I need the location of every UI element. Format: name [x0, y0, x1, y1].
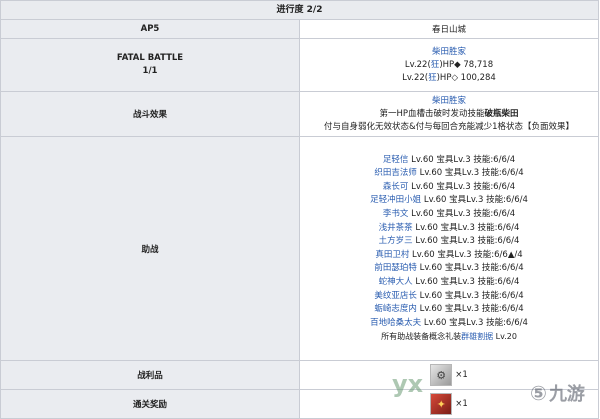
fatal-battle-enemy: 柴田胜家 Lv.22(狂)HP◆ 78,718 Lv.22(狂)HP◇ 100,… [299, 38, 599, 92]
fatal-battle-title: FATAL BATTLE [116, 53, 184, 63]
support-servant-link[interactable]: 李书文 [383, 209, 409, 219]
support-servant-link[interactable]: 足轻信 [383, 155, 409, 165]
enemy-hp-line-2: Lv.22(狂)HP◇ 100,284 [402, 72, 496, 83]
support-row: 森长可 Lv.60 宝具Lv.3 技能:6/6/4 [382, 181, 516, 192]
progress-header: 进行度 2/2 [0, 0, 599, 20]
support-servant-link[interactable]: 足轻冲田小姐 [370, 195, 421, 205]
effect-servant-link[interactable]: 柴田胜家 [300, 95, 598, 108]
support-row: 浅井茶茶 Lv.60 宝具Lv.3 技能:6/6/4 [378, 222, 520, 233]
watermark-yx: yx [392, 370, 424, 398]
support-row: 美纹亚店长 Lv.60 宝具Lv.3 技能:6/6/4 [374, 290, 524, 301]
support-row: 前田瑟珀特 Lv.60 宝具Lv.3 技能:6/6/4 [374, 263, 524, 274]
support-row: 蛎崎志度内 Lv.60 宝具Lv.3 技能:6/6/4 [374, 304, 524, 315]
support-label: 助战 [0, 136, 300, 361]
fatal-battle-count: 1/1 [142, 66, 158, 76]
class-berserker-link[interactable]: 狂 [428, 73, 437, 83]
support-row: 土方岁三 Lv.60 宝具Lv.3 技能:6/6/4 [378, 236, 520, 247]
loot-label: 战利品 [0, 360, 300, 390]
battle-effect-content: 柴田胜家 第一HP血槽击破时发动技能破瓶柴田 付与自身弱化无效状态&付与每回合充… [299, 91, 599, 137]
fatal-battle-label: FATAL BATTLE 1/1 [0, 38, 300, 92]
support-servant-link[interactable]: 浅井茶茶 [379, 223, 413, 233]
support-row: 足轻冲田小姐 Lv.60 宝具Lv.3 技能:6/6/4 [370, 195, 528, 206]
support-servant-link[interactable]: 织田吉法师 [374, 168, 417, 178]
support-row: 足轻信 Lv.60 宝具Lv.3 技能:6/6/4 [382, 154, 516, 165]
effect-description: 付与自身弱化无效状态&付与每回合充能减少1格状态【负面效果】 [323, 121, 575, 132]
silver-material-icon[interactable]: ⚙ [430, 364, 453, 386]
support-row: 李书文 Lv.60 宝具Lv.3 技能:6/6/4 [382, 209, 516, 220]
support-servant-link[interactable]: 真田卫村 [375, 250, 409, 260]
support-servant-link[interactable]: 前田瑟珀特 [374, 263, 417, 273]
support-row: 百地哈桑太夫 Lv.60 宝具Lv.3 技能:6/6/4 [370, 317, 528, 328]
jiuyou-logo-icon: ⑤ [530, 381, 547, 405]
support-servant-link[interactable]: 蛎崎志度内 [374, 304, 417, 314]
effect-trigger-line: 第一HP血槽击破时发动技能破瓶柴田 [379, 108, 519, 119]
support-servant-link[interactable]: 森长可 [383, 182, 409, 192]
support-row: 真田卫村 Lv.60 宝具Lv.3 技能:6/6▲/4 [375, 249, 523, 260]
support-servant-link[interactable]: 土方岁三 [379, 236, 413, 246]
loot-count: ×1 [455, 370, 468, 380]
support-row: 蛇神大人 Lv.60 宝具Lv.3 技能:6/6/4 [378, 276, 520, 287]
support-list: 足轻信 Lv.60 宝具Lv.3 技能:6/6/4 织田吉法师 Lv.60 宝具… [299, 136, 599, 361]
battle-effect-label: 战斗效果 [0, 91, 300, 137]
support-row: 织田吉法师 Lv.60 宝具Lv.3 技能:6/6/4 [374, 168, 524, 179]
loot-item: ⚙ ×1 [430, 364, 468, 386]
ap-label: AP5 [0, 19, 300, 39]
craft-essence-link[interactable]: 群雄割据 [461, 332, 493, 341]
clear-reward-label: 通关奖励 [0, 389, 300, 419]
location-name: 春日山城 [299, 19, 599, 39]
support-servant-link[interactable]: 蛇神大人 [379, 277, 413, 287]
effect-skill-name: 破瓶柴田 [484, 108, 519, 119]
support-ce-note: 所有助战装备概念礼装群雄割据 Lv.20 [381, 332, 517, 342]
quest-table: 进行度 2/2 AP5 春日山城 FATAL BATTLE 1/1 柴田胜家 L… [0, 0, 599, 419]
enemy-name-link[interactable]: 柴田胜家 [300, 46, 598, 59]
reward-count: ×1 [455, 399, 468, 409]
support-servant-link[interactable]: 百地哈桑太夫 [370, 318, 421, 328]
support-servant-link[interactable]: 美纹亚店长 [374, 291, 417, 301]
watermark-jiuyou: ⑤ 九游 [530, 381, 585, 405]
progress-text: 进行度 2/2 [276, 5, 323, 15]
enemy-hp-line-1: Lv.22(狂)HP◆ 78,718 [404, 59, 494, 70]
